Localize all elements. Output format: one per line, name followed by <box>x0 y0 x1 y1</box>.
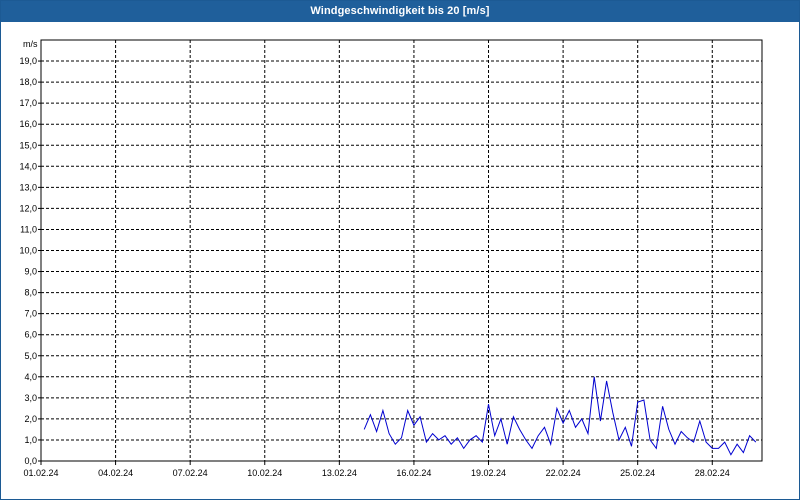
x-tick-label: 04.02.24 <box>98 468 133 478</box>
y-axis-label: m/s <box>23 39 38 49</box>
x-tick-label: 13.02.24 <box>322 468 357 478</box>
x-tick-label: 07.02.24 <box>173 468 208 478</box>
y-tick-label: 16,0 <box>19 119 37 129</box>
wind-speed-chart: m/s 0,0 1,0 2,0 3,0 4,0 5,0 6,0 7,0 8,0 9,0 10,0 11… <box>19 39 763 478</box>
x-tick-label: 28.02.24 <box>695 468 730 478</box>
x-tick-label: 25.02.24 <box>620 468 655 478</box>
y-tick-label: 1,0 <box>24 435 37 445</box>
x-tick-label: 19.02.24 <box>471 468 506 478</box>
wind-speed-series-line <box>363 376 757 456</box>
x-tick-label: 01.02.24 <box>23 468 58 478</box>
x-tick-labels: 01.02.24 04.02.24 07.02.24 10.02.24 13.02.24… <box>23 468 729 478</box>
y-tick-label: 14,0 <box>19 161 37 171</box>
axes <box>38 39 763 465</box>
y-tick-label: 8,0 <box>24 288 37 298</box>
y-tick-label: 5,0 <box>24 351 37 361</box>
y-tick-label: 0,0 <box>24 456 37 466</box>
y-tick-label: 7,0 <box>24 309 37 319</box>
y-tick-labels: 0,0 1,0 2,0 3,0 4,0 5,0 6,0 7,0 8,0 9,0 10,0 11,0 12… <box>19 56 37 466</box>
y-tick-label: 10,0 <box>19 246 37 256</box>
y-tick-label: 6,0 <box>24 330 37 340</box>
y-tick-label: 4,0 <box>24 372 37 382</box>
x-tick-label: 16.02.24 <box>396 468 431 478</box>
y-tick-label: 9,0 <box>24 267 37 277</box>
y-tick-label: 11,0 <box>20 224 37 234</box>
chart-title: Windgeschwindigkeit bis 20 [m/s] <box>1 1 799 22</box>
x-tick-label: 22.02.24 <box>546 468 581 478</box>
y-tick-label: 19,0 <box>19 56 37 66</box>
y-tick-label: 18,0 <box>19 77 37 87</box>
y-tick-label: 12,0 <box>19 203 37 213</box>
grid <box>41 40 762 461</box>
y-tick-label: 13,0 <box>19 182 37 192</box>
x-tick-label: 10.02.24 <box>247 468 282 478</box>
y-tick-label: 2,0 <box>24 414 37 424</box>
y-tick-label: 3,0 <box>24 393 37 403</box>
y-tick-label: 15,0 <box>19 140 37 150</box>
chart-window: Windgeschwindigkeit bis 20 [m/s] m/s 0,0… <box>0 0 800 500</box>
y-tick-label: 17,0 <box>19 98 37 108</box>
